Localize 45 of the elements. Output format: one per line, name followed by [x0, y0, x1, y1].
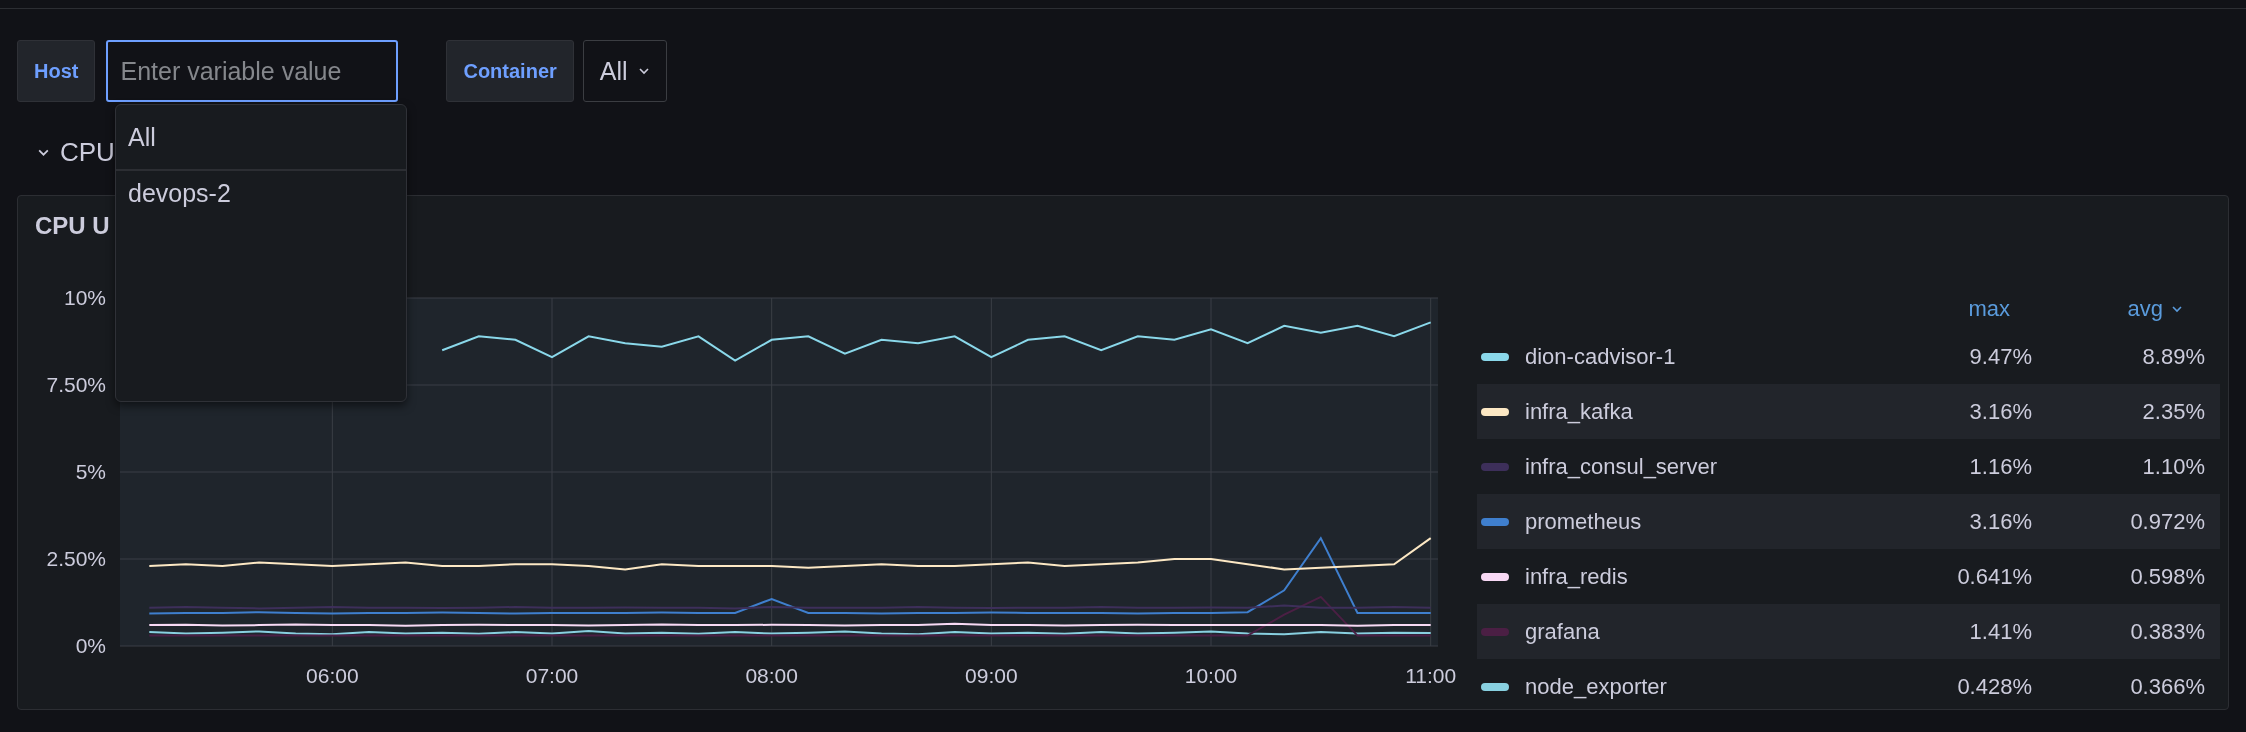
- y-axis-label: 7.50%: [46, 373, 106, 396]
- max-value: 1.16%: [1969, 453, 2032, 480]
- x-axis-label: 09:00: [965, 664, 1018, 687]
- chevron-icon[interactable]: [37, 148, 50, 157]
- avg-value: 0.366%: [2130, 673, 2205, 700]
- max-value: 3.16%: [1969, 398, 2032, 425]
- series-name[interactable]: infra_redis: [1525, 563, 1852, 590]
- avg-value: 0.383%: [2130, 618, 2205, 645]
- series-name[interactable]: infra_consul_server: [1525, 453, 1852, 480]
- legend-column-header[interactable]: max: [1968, 296, 2010, 322]
- series-name[interactable]: prometheus: [1525, 508, 1852, 535]
- max-value: 1.41%: [1969, 618, 2032, 645]
- x-axis-label: 07:00: [525, 664, 579, 687]
- dropdown-option[interactable]: All: [116, 105, 406, 171]
- variable-dropdown[interactable]: All: [582, 40, 667, 102]
- max-value: 0.641%: [1957, 563, 2032, 590]
- max-value: 0.428%: [1957, 673, 2032, 700]
- panel-title: CPU U: [35, 212, 110, 240]
- legend-column-header[interactable]: avg: [2127, 296, 2183, 322]
- avg-value: 8.89%: [2142, 343, 2205, 370]
- max-value: 9.47%: [1969, 343, 2032, 370]
- max-value: 3.16%: [1969, 508, 2032, 535]
- series-name[interactable]: dion-cadvisor-1: [1525, 343, 1852, 370]
- avg-value: 1.10%: [2142, 453, 2205, 480]
- caret-icon: [637, 67, 650, 75]
- y-axis-label: 10%: [63, 286, 106, 309]
- dropdown-option[interactable]: devops-2: [116, 171, 406, 216]
- x-axis-label: 06:00: [306, 664, 359, 687]
- x-axis-label: 08:00: [745, 664, 798, 687]
- y-axis-label: 2.50%: [46, 547, 106, 570]
- series-name[interactable]: infra_kafka: [1525, 398, 1852, 425]
- avg-value: 0.972%: [2130, 508, 2205, 535]
- y-axis-label: 5%: [75, 460, 106, 483]
- x-axis-label: 10:00: [1184, 664, 1238, 687]
- caret-icon: [2171, 305, 2183, 313]
- avg-value: 2.35%: [2142, 398, 2205, 425]
- y-axis-label: 0%: [75, 634, 106, 657]
- section-title: CPU: [60, 137, 115, 168]
- series-name[interactable]: node_exporter: [1525, 673, 1852, 700]
- series-name[interactable]: grafana: [1525, 618, 1852, 645]
- avg-value: 0.598%: [2130, 563, 2205, 590]
- input-field[interactable]: Enter variable value: [106, 40, 399, 102]
- x-axis-label: 11:00: [1405, 664, 1457, 687]
- variable-label: Host: [17, 40, 96, 102]
- variable-label: Container: [446, 40, 574, 102]
